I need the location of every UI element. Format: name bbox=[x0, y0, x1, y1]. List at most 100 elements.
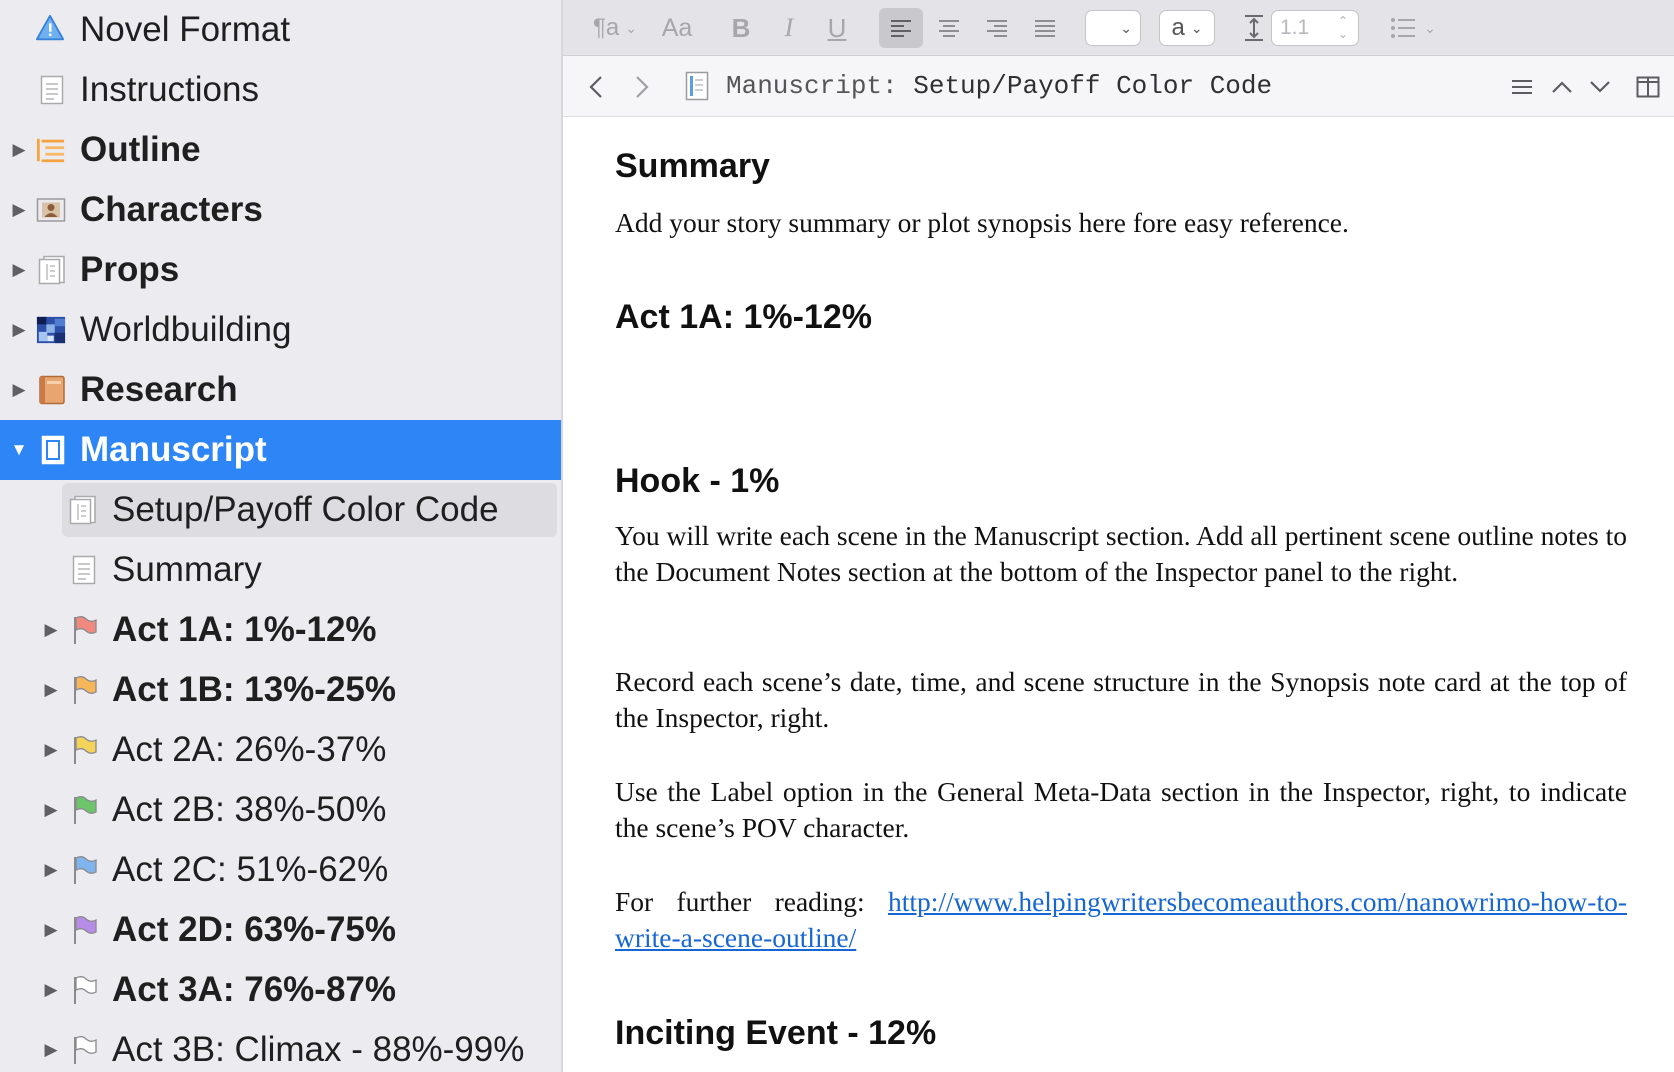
paragraph-style-button[interactable]: ¶a ⌄ bbox=[587, 8, 643, 48]
flag-icon bbox=[70, 615, 100, 645]
character-card-icon bbox=[36, 195, 66, 225]
disclosure-triangle-right-icon[interactable]: ▶ bbox=[41, 800, 61, 820]
text-editor[interactable]: Summary Add your story summary or plot s… bbox=[563, 117, 1674, 1072]
disclosure-triangle-right-icon[interactable]: ▶ bbox=[41, 1040, 61, 1060]
binder-item-research[interactable]: ▶ Research bbox=[0, 360, 561, 420]
binder-sidebar: Novel Format Instructions ▶ Outline ▶ Ch… bbox=[0, 0, 561, 1072]
chevron-down-icon: ⌄ bbox=[1120, 19, 1132, 36]
binder-item-label: Act 2B: 38%-50% bbox=[112, 790, 387, 829]
disclosure-triangle-right-icon[interactable]: ▶ bbox=[9, 140, 29, 160]
chevron-up-icon bbox=[1552, 81, 1572, 93]
flag-icon bbox=[70, 735, 100, 765]
binder-item-label: Research bbox=[80, 370, 238, 409]
font-size-select[interactable]: ⌄ bbox=[1085, 10, 1141, 46]
document-icon bbox=[37, 75, 67, 105]
flag-icon bbox=[70, 675, 100, 705]
format-bar: ¶a ⌄ Aa B I U ⌄ a ⌄ 1.1 ⌃ ⌄ ⌄ bbox=[563, 0, 1674, 56]
binder-item-instructions[interactable]: Instructions bbox=[0, 60, 561, 120]
hook-paragraph-1: You will write each scene in the Manuscr… bbox=[615, 520, 1627, 587]
binder-item-act-2a[interactable]: ▶ Act 2A: 26%-37% bbox=[0, 720, 561, 780]
lines-menu-icon bbox=[1512, 80, 1532, 94]
item-icons-menu-button[interactable] bbox=[1507, 72, 1537, 102]
binder-item-outline[interactable]: ▶ Outline bbox=[0, 120, 561, 180]
document-icon bbox=[684, 70, 710, 102]
italic-button[interactable]: I bbox=[771, 8, 807, 48]
chevron-down-icon: ⌄ bbox=[1424, 19, 1436, 36]
disclosure-triangle-right-icon[interactable]: ▶ bbox=[41, 680, 61, 700]
back-button[interactable] bbox=[581, 70, 611, 104]
heading-hook: Hook - 1% bbox=[615, 462, 780, 500]
previous-document-button[interactable] bbox=[1547, 72, 1577, 102]
binder-item-summary[interactable]: Summary bbox=[0, 540, 561, 600]
align-center-button[interactable] bbox=[927, 8, 971, 48]
align-center-icon bbox=[939, 20, 959, 37]
binder-item-act-3b[interactable]: ▶ Act 3B: Climax - 88%-99% bbox=[0, 1020, 561, 1072]
line-spacing-field[interactable]: 1.1 ⌃ ⌄ bbox=[1271, 10, 1359, 46]
binder-item-label: Instructions bbox=[80, 70, 259, 109]
heading-act-1a: Act 1A: 1%-12% bbox=[615, 298, 872, 336]
paragraph-style-glyph: ¶a bbox=[593, 14, 620, 41]
editor-header-bar: Manuscript: Setup/Payoff Color Code bbox=[563, 56, 1674, 117]
next-document-button[interactable] bbox=[1585, 72, 1615, 102]
binder-item-props[interactable]: ▶ Props bbox=[0, 240, 561, 300]
binder-item-setup-payoff-color-code[interactable]: Setup/Payoff Color Code bbox=[0, 480, 561, 540]
underline-button[interactable]: U bbox=[819, 8, 855, 48]
binder-item-label: Act 2A: 26%-37% bbox=[112, 730, 387, 769]
hook-paragraph-3: Use the Label option in the General Meta… bbox=[615, 776, 1627, 843]
split-editor-button[interactable] bbox=[1633, 72, 1663, 102]
binder-item-characters[interactable]: ▶ Characters bbox=[0, 180, 561, 240]
binder-item-label: Act 1A: 1%-12% bbox=[112, 610, 377, 649]
title-text: Setup/Payoff Color Code bbox=[913, 71, 1273, 101]
outline-list-icon bbox=[36, 135, 66, 165]
binder-item-label: Setup/Payoff Color Code bbox=[112, 490, 499, 529]
disclosure-triangle-right-icon[interactable]: ▶ bbox=[41, 860, 61, 880]
title-prefix: Manuscript: bbox=[726, 71, 898, 101]
disclosure-triangle-down-icon[interactable]: ▼ bbox=[9, 440, 29, 460]
folder-doc-icon bbox=[68, 495, 98, 525]
disclosure-triangle-right-icon[interactable]: ▶ bbox=[41, 920, 61, 940]
flag-icon bbox=[70, 975, 100, 1005]
manuscript-icon bbox=[38, 435, 68, 465]
chevron-left-icon bbox=[589, 76, 602, 98]
forward-button[interactable] bbox=[627, 70, 657, 104]
disclosure-triangle-right-icon[interactable]: ▶ bbox=[9, 200, 29, 220]
document-icon bbox=[69, 555, 99, 585]
align-justify-icon bbox=[1035, 20, 1055, 37]
list-style-button[interactable]: ⌄ bbox=[1383, 8, 1443, 48]
disclosure-triangle-right-icon[interactable]: ▶ bbox=[41, 740, 61, 760]
align-right-icon bbox=[987, 20, 1007, 37]
disclosure-triangle-right-icon[interactable]: ▶ bbox=[41, 620, 61, 640]
heading-summary: Summary bbox=[615, 147, 770, 185]
align-left-button[interactable] bbox=[879, 8, 923, 48]
warning-triangle-icon bbox=[35, 13, 65, 43]
align-left-icon bbox=[891, 20, 911, 37]
further-reading-label: For further reading: bbox=[615, 886, 865, 917]
binder-item-manuscript[interactable]: ▼ Manuscript bbox=[0, 420, 561, 480]
binder-item-label: Worldbuilding bbox=[80, 310, 292, 349]
binder-item-worldbuilding[interactable]: ▶ Worldbuilding bbox=[0, 300, 561, 360]
binder-item-act-1a[interactable]: ▶ Act 1A: 1%-12% bbox=[0, 600, 561, 660]
stepper-icon[interactable]: ⌃ ⌄ bbox=[1338, 15, 1348, 41]
binder-item-act-2c[interactable]: ▶ Act 2C: 51%-62% bbox=[0, 840, 561, 900]
disclosure-triangle-right-icon[interactable]: ▶ bbox=[9, 320, 29, 340]
text-color-select[interactable]: a ⌄ bbox=[1159, 10, 1215, 46]
align-right-button[interactable] bbox=[975, 8, 1019, 48]
binder-item-act-1b[interactable]: ▶ Act 1B: 13%-25% bbox=[0, 660, 561, 720]
disclosure-triangle-right-icon[interactable]: ▶ bbox=[9, 380, 29, 400]
binder-item-novel-format[interactable]: Novel Format bbox=[0, 0, 561, 60]
binder-item-label: Manuscript bbox=[80, 430, 267, 469]
font-button[interactable]: Aa bbox=[657, 8, 697, 48]
binder-item-act-2b[interactable]: ▶ Act 2B: 38%-50% bbox=[0, 780, 561, 840]
binder-item-act-3a[interactable]: ▶ Act 3A: 76%-87% bbox=[0, 960, 561, 1020]
disclosure-triangle-right-icon[interactable]: ▶ bbox=[41, 980, 61, 1000]
bulleted-list-icon bbox=[1391, 18, 1416, 38]
binder-item-act-2d[interactable]: ▶ Act 2D: 63%-75% bbox=[0, 900, 561, 960]
binder-item-label: Act 2C: 51%-62% bbox=[112, 850, 389, 889]
bold-button[interactable]: B bbox=[723, 8, 759, 48]
disclosure-triangle-right-icon[interactable]: ▶ bbox=[9, 260, 29, 280]
flag-icon bbox=[70, 855, 100, 885]
flag-icon bbox=[70, 795, 100, 825]
summary-paragraph: Add your story summary or plot synopsis … bbox=[615, 207, 1349, 238]
justify-button[interactable] bbox=[1023, 8, 1067, 48]
document-title[interactable]: Manuscript: Setup/Payoff Color Code bbox=[726, 66, 1272, 106]
